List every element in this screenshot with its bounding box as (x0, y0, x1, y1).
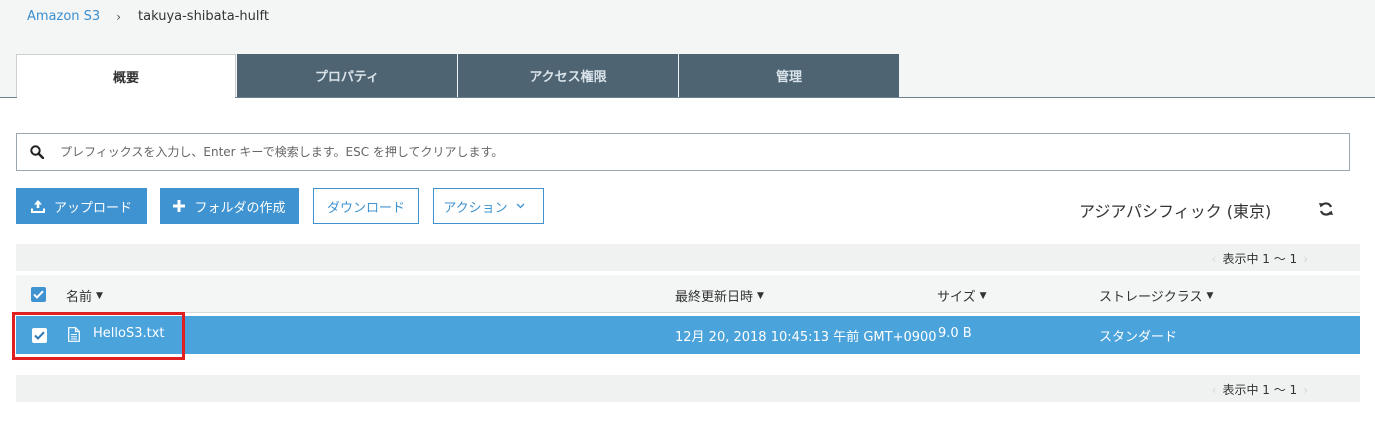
pager-top: ‹ 表示中 1 ～ 1 › (16, 244, 1360, 271)
row-checkbox[interactable] (32, 328, 47, 343)
upload-icon (30, 200, 45, 213)
sort-caret-icon: ▼ (1206, 290, 1214, 301)
pager-next-button[interactable]: › (1303, 252, 1308, 266)
pager-prev-button[interactable]: ‹ (1212, 383, 1217, 397)
checkmark-icon (34, 331, 45, 340)
file-icon (68, 327, 80, 342)
sort-caret-icon: ▼ (96, 290, 103, 301)
checkmark-icon (33, 290, 44, 299)
pager-next-button[interactable]: › (1303, 383, 1308, 397)
breadcrumb-current: takuya-shibata-hulft (138, 9, 269, 24)
actions-dropdown[interactable]: アクション (433, 188, 544, 224)
region-label: アジアパシフィック (東京) (1079, 202, 1272, 221)
plus-icon (173, 200, 186, 212)
file-storage-class: スタンダード (1099, 330, 1178, 345)
select-all-checkbox[interactable] (31, 287, 46, 302)
pager-label: 表示中 1 ～ 1 (1222, 383, 1298, 397)
table-header: 名前 ▼ 最終更新日時 ▼ サイズ ▼ ストレージクラス ▼ (16, 275, 1360, 313)
chevron-down-icon (516, 203, 525, 209)
upload-button[interactable]: アップロード (16, 188, 147, 224)
tab-bar: 概要 プロパティ アクセス権限 管理 (16, 54, 899, 98)
search-box (16, 133, 1350, 171)
actions-dropdown-label: アクション (443, 200, 508, 216)
file-name-link[interactable]: HelloS3.txt (93, 326, 165, 341)
column-header-size[interactable]: サイズ ▼ (937, 286, 987, 305)
column-header-storage-class[interactable]: ストレージクラス ▼ (1099, 286, 1213, 305)
file-modified: 12月 20, 2018 10:45:13 午前 GMT+0900 (675, 330, 937, 345)
tab-properties[interactable]: プロパティ (237, 54, 457, 97)
download-button[interactable]: ダウンロード (313, 188, 419, 224)
create-folder-button-label: フォルダの作成 (194, 200, 286, 216)
breadcrumb-separator: › (116, 9, 122, 24)
tab-divider-gap (17, 97, 235, 98)
tab-overview[interactable]: 概要 (16, 54, 236, 98)
create-folder-button[interactable]: フォルダの作成 (160, 188, 299, 224)
column-header-name[interactable]: 名前 ▼ (66, 286, 103, 305)
sort-caret-icon: ▼ (979, 290, 987, 301)
refresh-icon[interactable] (1318, 201, 1334, 217)
pager-prev-button[interactable]: ‹ (1212, 252, 1217, 266)
pager-label: 表示中 1 ～ 1 (1222, 252, 1298, 266)
search-input[interactable] (60, 145, 1349, 159)
file-size: 9.0 B (938, 326, 972, 341)
breadcrumb-root-link[interactable]: Amazon S3 (27, 9, 100, 24)
breadcrumb: Amazon S3 › takuya-shibata-hulft (27, 9, 269, 24)
table-row[interactable]: HelloS3.txt 12月 20, 2018 10:45:13 午前 GMT… (16, 316, 1360, 354)
column-header-modified[interactable]: 最終更新日時 ▼ (675, 286, 764, 305)
tab-permissions[interactable]: アクセス権限 (458, 54, 678, 97)
pager-bottom: ‹ 表示中 1 ～ 1 › (16, 375, 1360, 402)
upload-button-label: アップロード (53, 200, 132, 216)
search-icon (30, 145, 44, 159)
sort-caret-icon: ▼ (757, 290, 764, 301)
tab-management[interactable]: 管理 (679, 54, 899, 97)
